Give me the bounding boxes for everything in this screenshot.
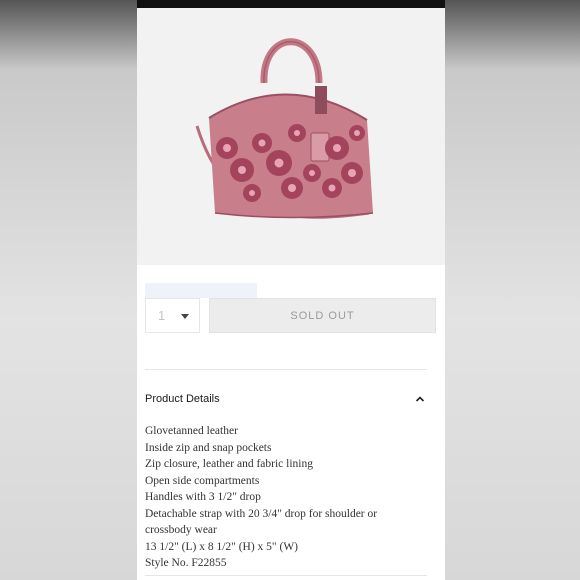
product-details-list: Glovetanned leather Inside zip and snap … [145,423,425,572]
chevron-up-icon[interactable] [415,395,425,403]
background-left [0,0,137,580]
detail-item: Detachable strap with 20 3/4" drop for s… [145,507,378,537]
detail-item: Zip closure, leather and fabric lining [145,458,313,470]
quantity-select[interactable]: 1 [145,298,200,333]
divider [145,369,427,370]
divider [145,575,427,576]
detail-item: Style No. F22855 [145,557,227,569]
detail-item: Glovetanned leather [145,425,238,437]
product-image [137,8,445,265]
detail-item: Handles with 3 1/2" drop [145,491,261,503]
detail-item: Inside zip and snap pockets [145,441,272,454]
detail-item: 13 1/2" (L) x 8 1/2" (H) x 5" (W) [145,540,299,553]
chevron-down-icon [181,314,189,319]
background-right [445,0,580,580]
product-page: 1 SOLD OUT Product Details Glovetanned l… [137,0,445,580]
quantity-value: 1 [158,308,166,323]
top-bar [137,0,445,8]
color-swatch-strip [145,283,257,298]
product-details-title: Product Details [145,393,220,405]
sold-out-button[interactable]: SOLD OUT [209,298,436,333]
detail-item: Open side compartments [145,474,260,487]
product-details-header[interactable]: Product Details [145,390,427,410]
